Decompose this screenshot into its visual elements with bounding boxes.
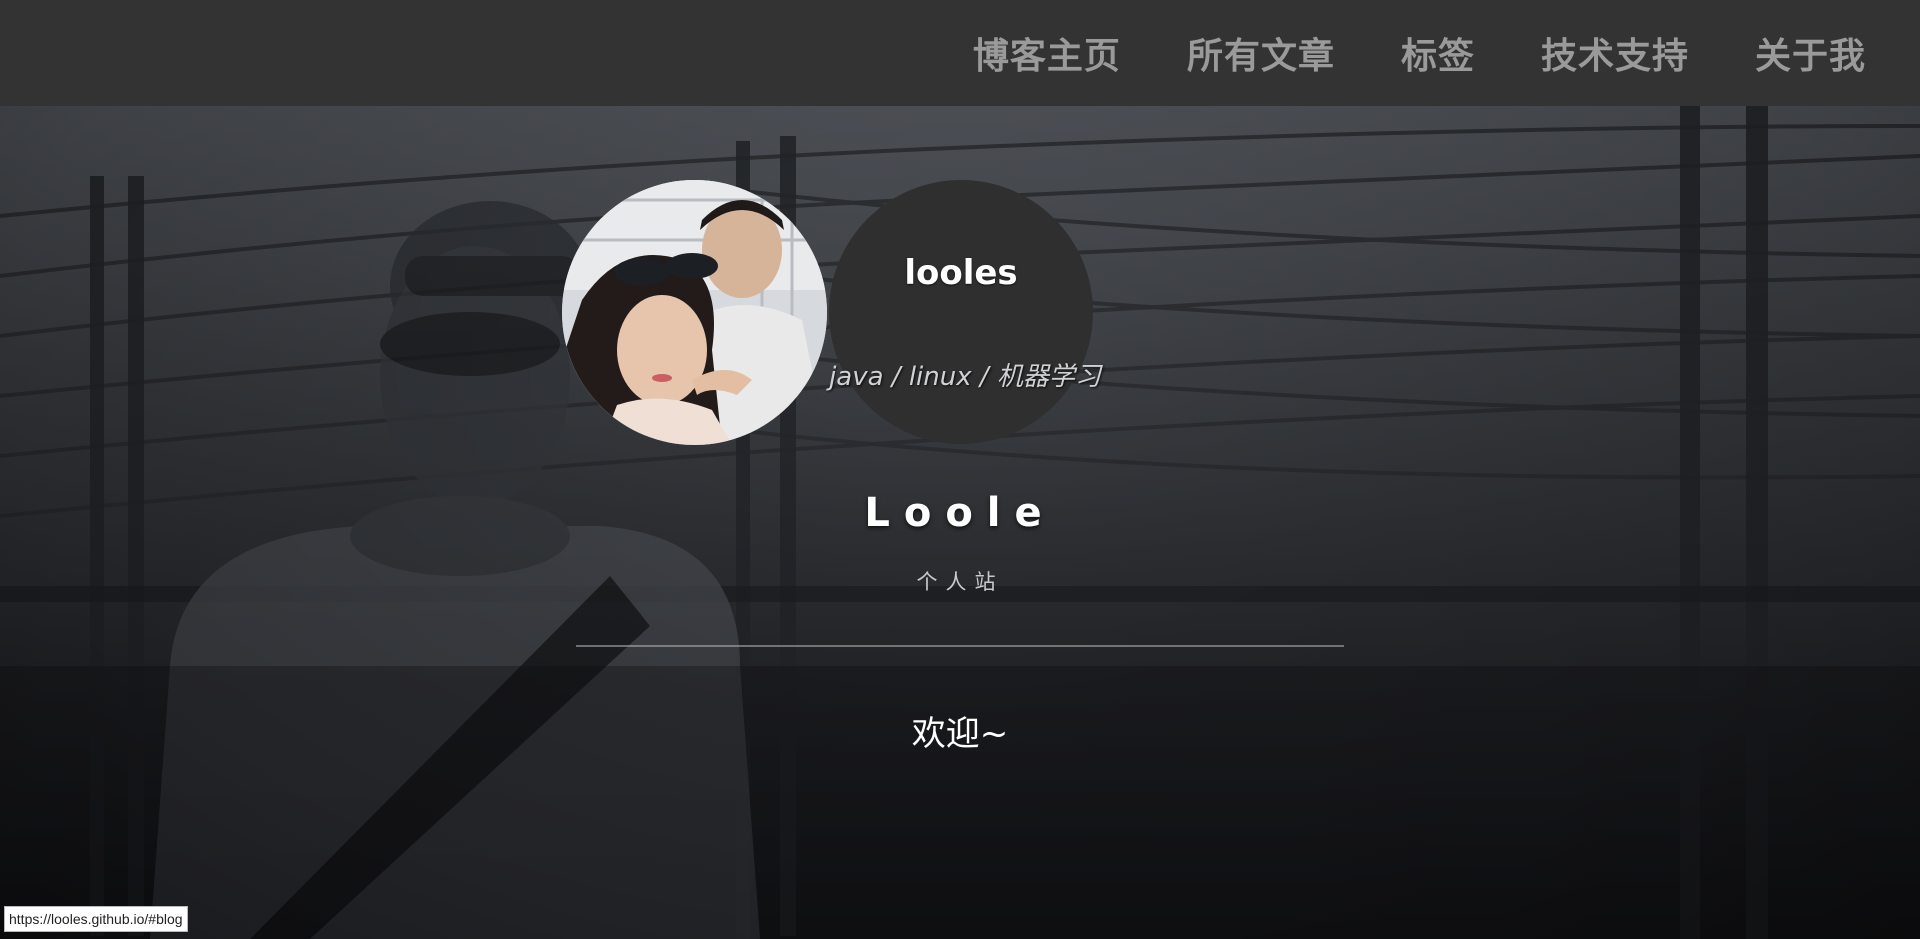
page: 博客主页 所有文章 标签 技术支持 关于我 looles java / linu…: [0, 0, 1920, 939]
nav-link-all-posts[interactable]: 所有文章: [1187, 27, 1335, 79]
hero-divider: [576, 645, 1344, 647]
avatar: [562, 180, 827, 445]
avatar-photo-image: [562, 180, 827, 445]
avatar-info-circle: [829, 180, 1093, 444]
nav-link-home[interactable]: 博客主页: [973, 27, 1121, 79]
top-navbar: 博客主页 所有文章 标签 技术支持 关于我: [0, 0, 1920, 106]
welcome-text: 欢迎~: [911, 714, 1009, 754]
avatar-username: looles: [904, 253, 1018, 293]
nav-links: 博客主页 所有文章 标签 技术支持 关于我: [973, 0, 1866, 106]
status-bar-url: https://looles.github.io/#blog: [4, 906, 188, 932]
site-subtitle: 个人站: [916, 570, 1004, 594]
nav-link-about[interactable]: 关于我: [1755, 27, 1866, 79]
avatar-tags: java / linux / 机器学习: [829, 362, 1101, 392]
nav-link-tags[interactable]: 标签: [1401, 27, 1475, 79]
site-title: Loole: [864, 490, 1056, 536]
nav-link-tech-support[interactable]: 技术支持: [1541, 27, 1689, 79]
